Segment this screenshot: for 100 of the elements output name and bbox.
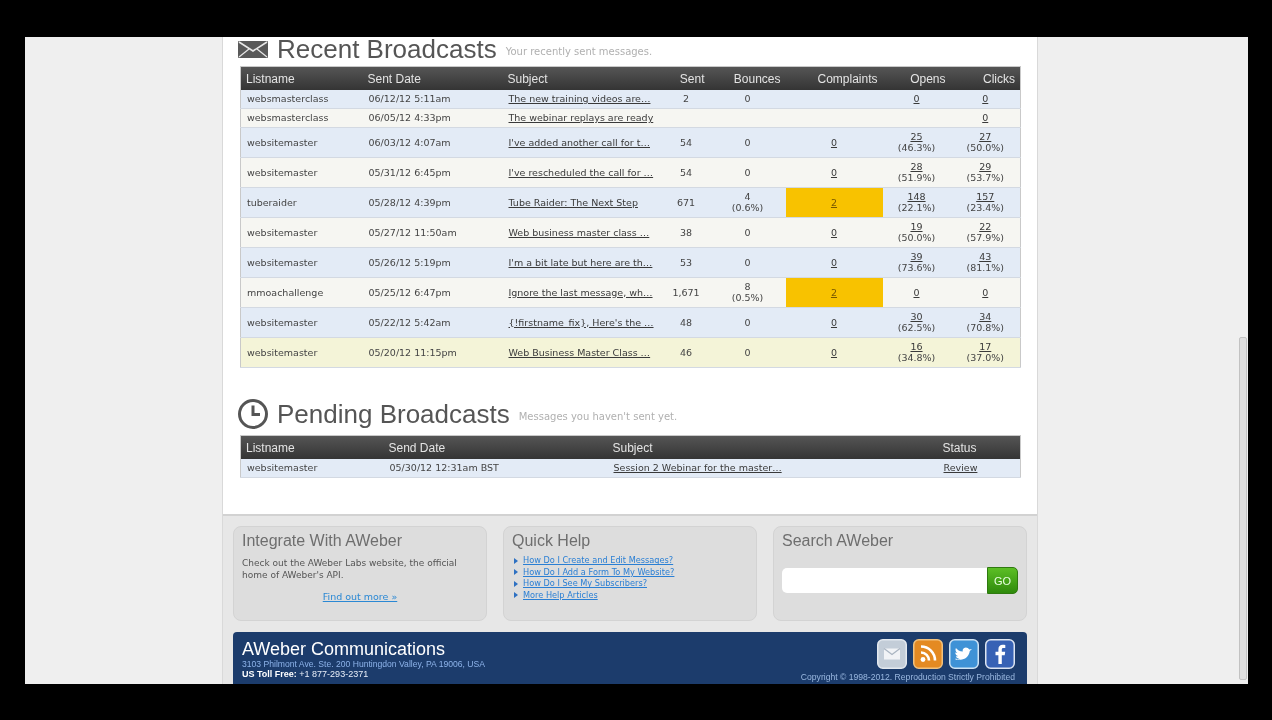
subject-link[interactable]: I've added another call for t… <box>508 136 650 148</box>
panel-title: Integrate With AWeber <box>242 531 403 550</box>
clicks-link[interactable]: 29 <box>979 161 992 172</box>
bounce-count: 0 <box>744 136 751 148</box>
clicks-percentage: (50.0%) <box>966 142 1005 153</box>
list-name: websmasterclass <box>247 112 329 123</box>
clicks-link[interactable]: 17 <box>979 341 992 352</box>
opens-percentage: (51.9%) <box>897 172 936 183</box>
opens-link[interactable]: 19 <box>910 221 923 232</box>
clicks-link[interactable]: 22 <box>979 221 992 232</box>
facebook-icon[interactable] <box>985 639 1015 669</box>
column-header: Listname <box>240 66 363 90</box>
section-title: Pending Broadcasts <box>277 401 510 427</box>
rss-icon[interactable] <box>913 639 943 669</box>
list-name: mmoachallenge <box>247 286 324 298</box>
complaints-link[interactable]: 0 <box>830 346 837 358</box>
opens-percentage: (62.5%) <box>897 322 936 333</box>
subject-link[interactable]: The new training videos are… <box>508 93 651 104</box>
clicks-link[interactable]: 0 <box>982 286 989 298</box>
clicks-link[interactable]: 43 <box>979 251 992 262</box>
list-name: websitemaster <box>247 226 318 238</box>
clicks-percentage: (37.0%) <box>966 352 1005 363</box>
column-header: Bounces <box>709 66 786 90</box>
triangle-bullet-icon <box>514 569 518 576</box>
opens-link[interactable]: 0 <box>913 286 920 298</box>
bird-icon[interactable] <box>949 639 979 669</box>
clicks-percentage: (23.4%) <box>966 202 1005 213</box>
clicks-link[interactable]: 0 <box>982 112 989 123</box>
opens-link[interactable]: 148 <box>907 191 926 202</box>
clicks-link[interactable]: 34 <box>979 311 992 322</box>
bounce-count: 0 <box>744 316 751 328</box>
subject-link[interactable]: Ignore the last message, wh… <box>508 286 653 298</box>
clicks-percentage: (81.1%) <box>966 262 1005 273</box>
triangle-bullet-icon <box>514 557 518 564</box>
opens-percentage: (50.0%) <box>897 232 936 243</box>
sent-date: 05/20/12 11:15pm <box>368 346 457 358</box>
complaints-link[interactable]: 2 <box>830 196 837 208</box>
bounce-count: 0 <box>744 256 751 268</box>
sent-count: 671 <box>676 196 696 208</box>
subject-link[interactable]: The webinar replays are ready <box>508 112 654 123</box>
phone-text: US Toll Free: +1 877-293-2371 <box>242 669 369 679</box>
sent-date: 05/31/12 6:45pm <box>368 166 451 178</box>
section-title: Recent Broadcasts <box>277 37 497 62</box>
column-header: Sent <box>662 66 710 90</box>
opens-link[interactable]: 25 <box>910 131 923 142</box>
opens-link[interactable]: 16 <box>910 341 923 352</box>
bounce-count: 0 <box>744 346 751 358</box>
opens-percentage: (22.1%) <box>897 202 936 213</box>
opens-link[interactable]: 0 <box>913 93 920 104</box>
sent-date: 06/12/12 5:11am <box>368 93 451 104</box>
review-link[interactable]: Review <box>943 462 978 473</box>
subject-link[interactable]: {!firstname_fix}, Here's the … <box>508 316 654 328</box>
sent-date: 05/26/12 5:19pm <box>368 256 451 268</box>
sent-date: 05/25/12 6:47pm <box>368 286 451 298</box>
complaints-link[interactable]: 0 <box>830 226 837 238</box>
opens-link[interactable]: 39 <box>910 251 923 262</box>
envelope-icon <box>238 40 268 58</box>
bounce-count: 0 <box>744 93 751 104</box>
subject-link[interactable]: I'm a bit late but here are th… <box>508 256 653 268</box>
section-subtitle: Messages you haven't sent yet. <box>518 410 678 422</box>
list-name: tuberaider <box>247 196 297 208</box>
complaints-link[interactable]: 0 <box>830 256 837 268</box>
opens-link[interactable]: 30 <box>910 311 923 322</box>
complaints-link[interactable]: 0 <box>830 136 837 148</box>
opens-link[interactable]: 28 <box>910 161 923 172</box>
panel-title: Quick Help <box>512 531 591 550</box>
copyright-text: Copyright © 1998-2012. Reproduction Strictly Prohibited <box>800 672 1015 682</box>
search-field[interactable] <box>782 568 987 593</box>
sent-count: 54 <box>679 166 693 178</box>
clicks-percentage: (57.9%) <box>966 232 1005 243</box>
clicks-link[interactable]: 157 <box>976 191 995 202</box>
clock-icon <box>238 399 268 429</box>
sent-count: 38 <box>679 226 693 238</box>
subject-link[interactable]: Web business master class … <box>508 226 650 238</box>
bounce-percentage: (0.6%) <box>731 202 764 213</box>
section-subtitle: Your recently sent messages. <box>505 45 653 57</box>
complaints-link[interactable]: 2 <box>830 286 837 298</box>
column-header: Subject <box>502 66 663 90</box>
subject-link[interactable]: I've rescheduled the call for … <box>508 166 654 178</box>
complaints-link[interactable]: 0 <box>830 166 837 178</box>
subject-link[interactable]: Web Business Master Class … <box>508 346 651 358</box>
bounce-count: 0 <box>744 166 751 178</box>
complaints-link[interactable]: 0 <box>830 316 837 328</box>
panel-title: Search AWeber <box>782 531 894 550</box>
sent-date: 05/22/12 5:42am <box>368 316 451 328</box>
clicks-percentage: (70.8%) <box>966 322 1005 333</box>
clicks-link[interactable]: 27 <box>979 131 992 142</box>
column-header: Complaints <box>785 66 883 90</box>
column-header: Subject <box>607 435 938 459</box>
subject-link[interactable]: Tube Raider: The Next Step <box>508 196 638 208</box>
list-name: websitemaster <box>247 462 318 473</box>
opens-percentage: (46.3%) <box>897 142 936 153</box>
list-name: websitemaster <box>247 136 318 148</box>
bounce-percentage: (0.5%) <box>731 292 764 303</box>
scrollbar-thumb[interactable] <box>1239 337 1247 680</box>
list-name: websitemaster <box>247 166 318 178</box>
subject-link[interactable]: Session 2 Webinar for the master… <box>613 462 782 473</box>
clicks-link[interactable]: 0 <box>982 93 989 104</box>
list-name: websitemaster <box>247 256 318 268</box>
mail-icon[interactable] <box>877 639 907 669</box>
